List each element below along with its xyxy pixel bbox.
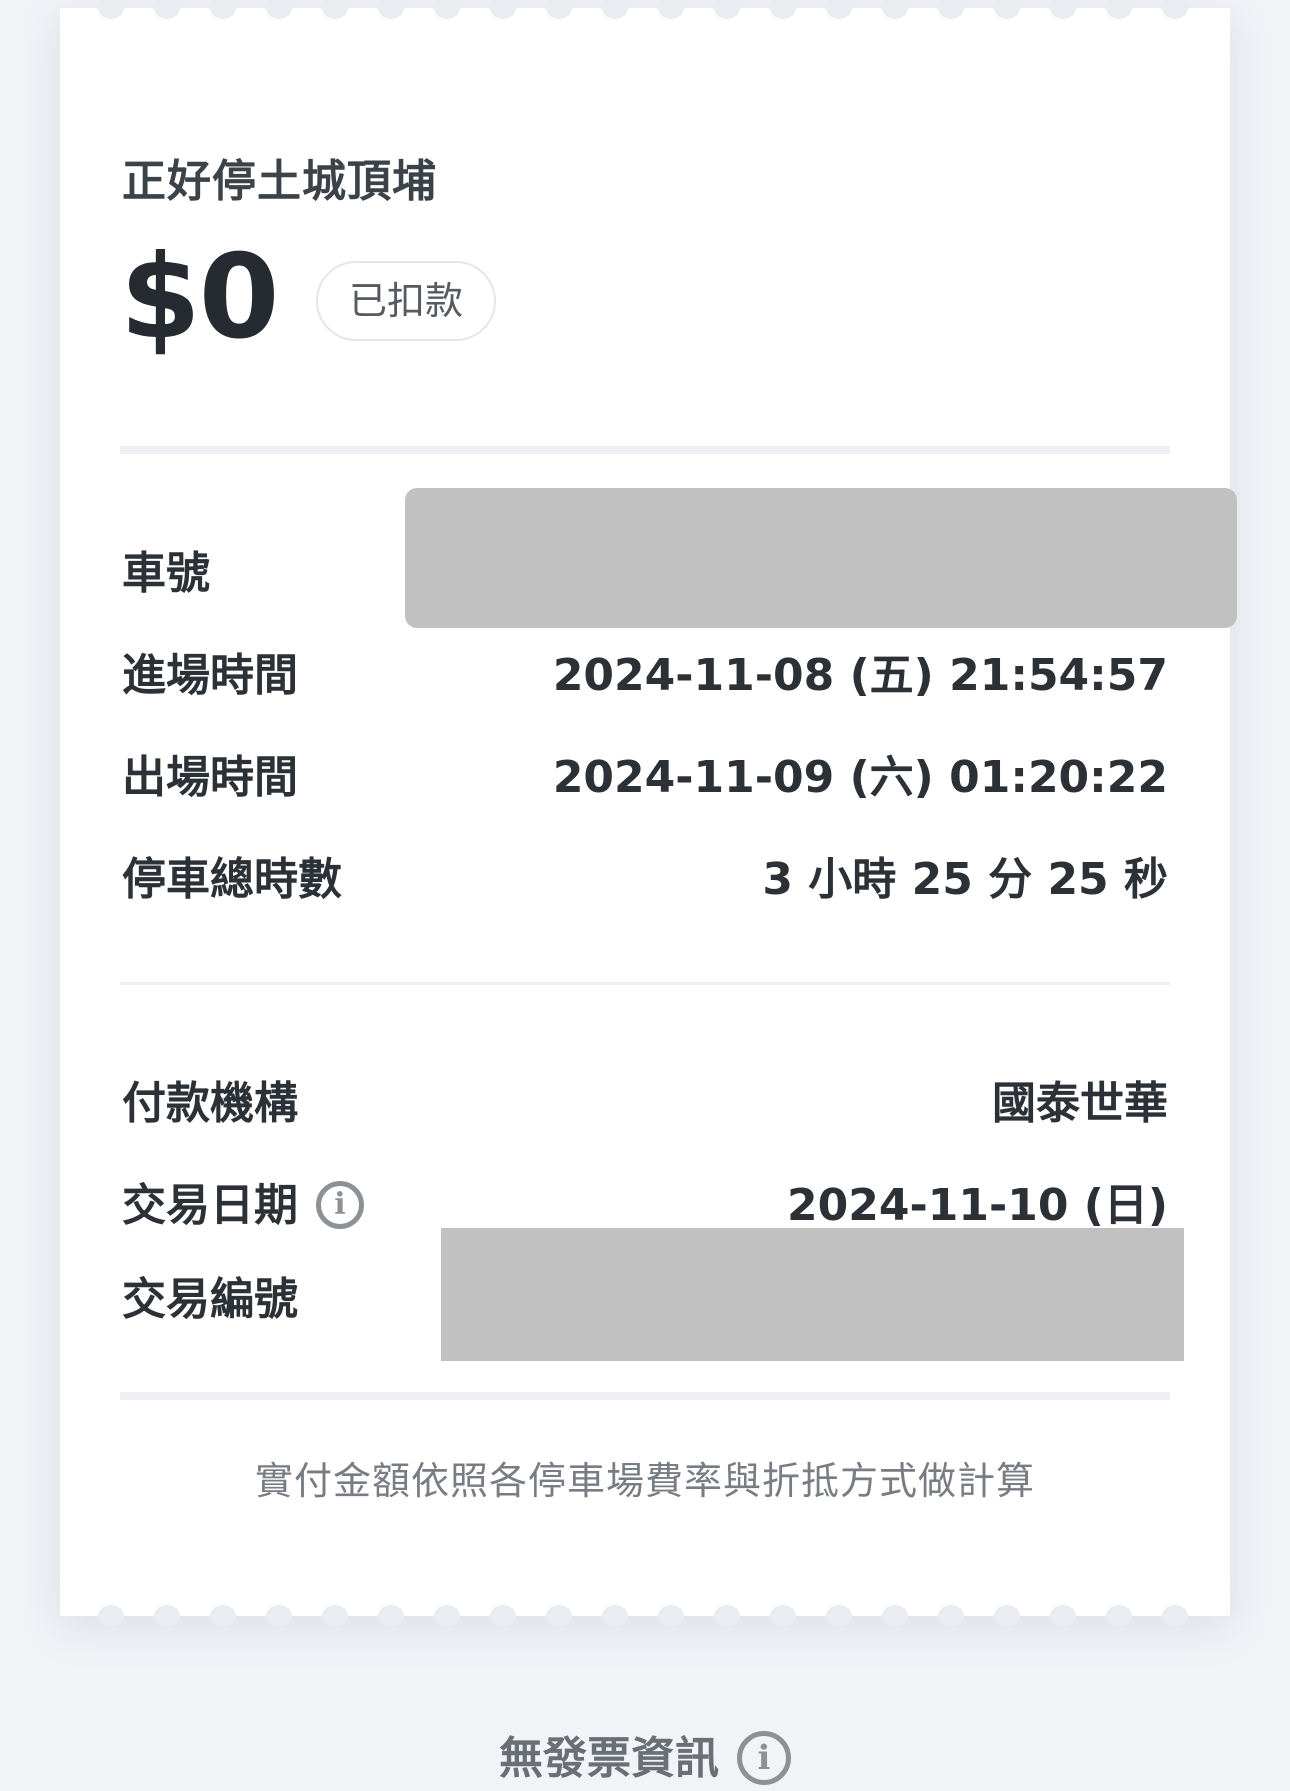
scallop-dot bbox=[602, 1605, 628, 1627]
invoice-info-label: 無發票資訊 bbox=[499, 1733, 719, 1784]
section-divider bbox=[120, 446, 1170, 454]
scallop-dot bbox=[434, 1605, 460, 1627]
scallop-dot bbox=[490, 0, 516, 19]
transaction-date-label: 交易日期 i bbox=[122, 1180, 364, 1232]
exit-time-value: 2024-11-09 (六) 01:20:22 bbox=[552, 752, 1168, 803]
scallop-dot bbox=[1162, 1605, 1188, 1627]
scallop-dot bbox=[714, 0, 740, 19]
scallop-dot bbox=[882, 1605, 908, 1627]
info-icon[interactable]: i bbox=[737, 1731, 791, 1785]
section-divider bbox=[120, 1392, 1170, 1400]
scallop-dot bbox=[602, 0, 628, 19]
scallop-dot bbox=[770, 0, 796, 19]
invoice-info[interactable]: 無發票資訊 i bbox=[0, 1722, 1290, 1788]
scallop-dot bbox=[378, 1605, 404, 1627]
scallop-dot bbox=[546, 0, 572, 19]
transaction-id-label: 交易編號 bbox=[122, 1274, 298, 1325]
scallop-dot bbox=[1050, 1605, 1076, 1627]
scallop-dot bbox=[490, 1605, 516, 1627]
receipt-top-edge bbox=[60, 0, 1230, 19]
scallop-dot bbox=[938, 1605, 964, 1627]
total-duration-value: 3 小時 25 分 25 秒 bbox=[762, 854, 1168, 905]
total-duration-label: 停車總時數 bbox=[122, 854, 342, 905]
scallop-dot bbox=[378, 0, 404, 19]
scallop-dot bbox=[434, 0, 460, 19]
scallop-dot bbox=[266, 0, 292, 19]
parking-lot-name: 正好停土城頂埔 bbox=[122, 156, 437, 207]
scallop-dot bbox=[994, 0, 1020, 19]
scallop-dot bbox=[210, 0, 236, 19]
scallop-dot bbox=[826, 0, 852, 19]
scallop-dot bbox=[882, 0, 908, 19]
scallop-dot bbox=[714, 1605, 740, 1627]
scallop-dot bbox=[1106, 1605, 1132, 1627]
entry-time-label: 進場時間 bbox=[122, 650, 298, 701]
fee-footnote: 實付金額依照各停車場費率與折抵方式做計算 bbox=[254, 1459, 1035, 1503]
scallop-dot bbox=[154, 0, 180, 19]
scallop-dot bbox=[770, 1605, 796, 1627]
receipt-bottom-edge bbox=[60, 1605, 1230, 1627]
transaction-date-value: 2024-11-10 (日) bbox=[787, 1180, 1168, 1231]
scallop-dot bbox=[210, 1605, 236, 1627]
scallop-dot bbox=[826, 1605, 852, 1627]
scallop-dot bbox=[1106, 0, 1132, 19]
payment-institution-label: 付款機構 bbox=[122, 1078, 298, 1129]
scallop-dot bbox=[658, 1605, 684, 1627]
info-icon[interactable]: i bbox=[316, 1181, 364, 1229]
scallop-dot bbox=[98, 1605, 124, 1627]
scallop-dot bbox=[938, 0, 964, 19]
section-divider bbox=[120, 982, 1170, 985]
scallop-dot bbox=[1050, 0, 1076, 19]
scallop-dot bbox=[322, 0, 348, 19]
payment-institution-value: 國泰世華 bbox=[992, 1078, 1168, 1129]
exit-time-label: 出場時間 bbox=[122, 752, 298, 803]
plate-number-label: 車號 bbox=[122, 548, 210, 599]
plate-number-redaction bbox=[405, 488, 1237, 628]
scallop-dot bbox=[154, 1605, 180, 1627]
entry-time-value: 2024-11-08 (五) 21:54:57 bbox=[552, 650, 1168, 701]
scallop-dot bbox=[546, 1605, 572, 1627]
payment-amount: $0 bbox=[120, 230, 279, 365]
scallop-dot bbox=[98, 0, 124, 19]
parking-receipt-card: 正好停土城頂埔 $0 已扣款 車號 進場時間 2024-11-08 (五) 21… bbox=[60, 0, 1237, 1627]
scallop-dot bbox=[266, 1605, 292, 1627]
scallop-dot bbox=[1162, 0, 1188, 19]
scallop-dot bbox=[658, 0, 684, 19]
transaction-id-redaction bbox=[441, 1228, 1184, 1361]
scallop-dot bbox=[322, 1605, 348, 1627]
status-badge: 已扣款 bbox=[316, 261, 496, 341]
transaction-date-label-text: 交易日期 bbox=[122, 1180, 298, 1231]
scallop-dot bbox=[994, 1605, 1020, 1627]
